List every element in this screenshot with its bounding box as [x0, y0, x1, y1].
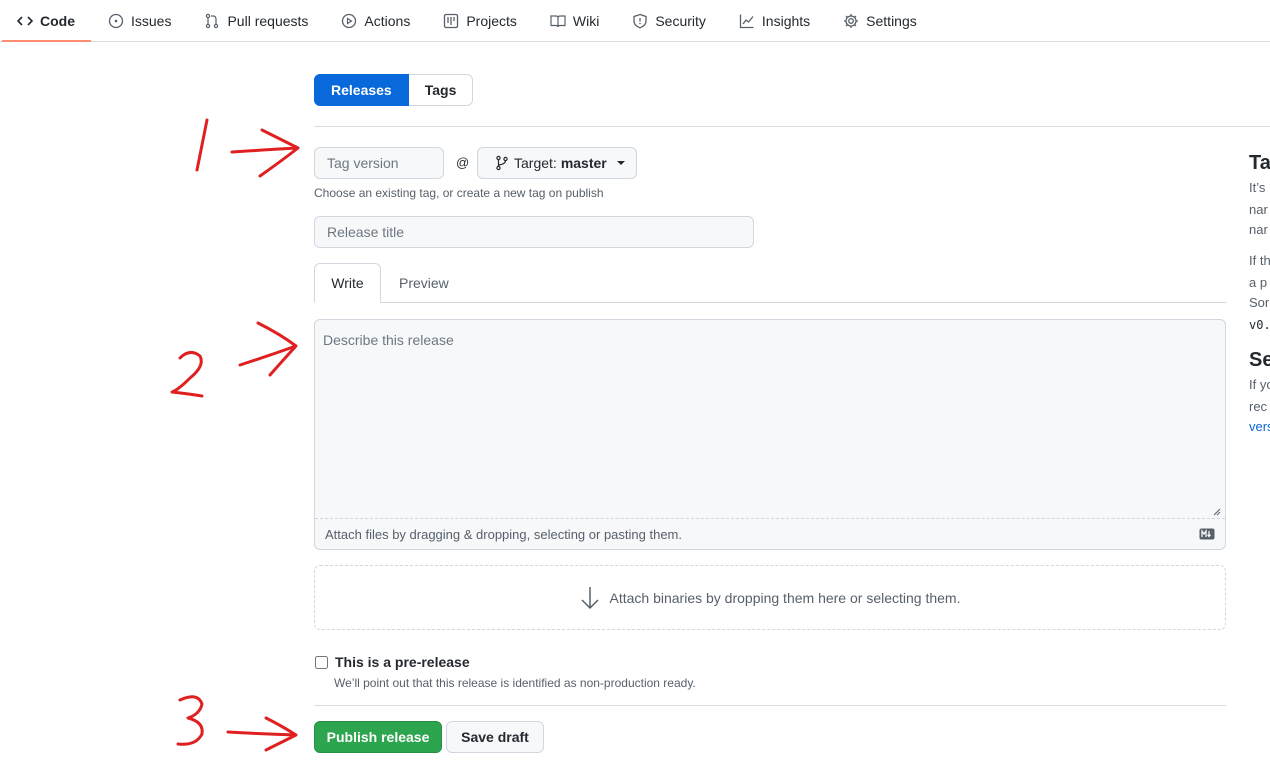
issue-icon	[108, 13, 124, 29]
tab-code-label: Code	[40, 12, 75, 29]
tab-projects-label: Projects	[466, 12, 517, 29]
releases-tags-subnav: Releases Tags	[314, 74, 474, 106]
branch-icon	[496, 155, 508, 171]
project-icon	[443, 13, 459, 29]
annotation-number-1	[195, 118, 209, 172]
graph-icon	[739, 13, 755, 29]
gear-icon	[843, 13, 859, 29]
tab-wiki[interactable]: Wiki	[533, 0, 615, 41]
tab-actions[interactable]: Actions	[324, 0, 426, 41]
tab-settings-label: Settings	[866, 12, 917, 29]
sidebar-text: Sor	[1249, 295, 1270, 310]
publish-release-button[interactable]: Publish release	[314, 721, 442, 753]
at-sign: @	[456, 155, 470, 170]
release-body-editor: Attach files by dragging & dropping, sel…	[314, 319, 1226, 550]
release-title-input[interactable]	[314, 216, 754, 248]
code-icon	[17, 13, 33, 29]
releases-tab[interactable]: Releases	[314, 74, 409, 106]
tab-security[interactable]: Security	[615, 0, 722, 41]
repo-nav: Code Issues Pull requests Actions Projec…	[0, 0, 1270, 42]
tab-settings[interactable]: Settings	[826, 0, 933, 41]
tab-actions-label: Actions	[364, 12, 411, 29]
sidebar-heading-semantic: Se	[1249, 349, 1270, 371]
sidebar-text: nar	[1249, 202, 1268, 217]
pull-request-icon	[204, 13, 220, 29]
target-branch-name: master	[560, 155, 607, 171]
tab-code[interactable]: Code	[0, 0, 91, 42]
tag-version-input[interactable]	[314, 147, 444, 179]
annotation-arrow-2	[238, 321, 298, 377]
sidebar-text: If yo	[1249, 377, 1270, 392]
sidebar-text: a p	[1249, 275, 1268, 290]
arrow-down-icon	[580, 586, 599, 609]
prerelease-note: We’ll point out that this release is ide…	[334, 676, 696, 690]
book-icon	[550, 13, 566, 29]
sidebar-heading-tagging: Ta	[1249, 152, 1270, 174]
target-branch-button[interactable]: Target: master	[477, 147, 637, 179]
release-description-textarea[interactable]	[315, 320, 1225, 518]
play-icon	[341, 13, 357, 29]
sidebar-link[interactable]: vers	[1249, 419, 1270, 434]
tab-issues-label: Issues	[131, 12, 172, 29]
sidebar-code: v0.	[1249, 318, 1270, 332]
target-label: Target:	[514, 155, 557, 171]
prerelease-checkbox[interactable]	[315, 655, 328, 669]
attach-binaries-dropzone[interactable]: Attach binaries by dropping them here or…	[314, 565, 1226, 630]
sidebar-text: rec	[1249, 399, 1268, 414]
tab-preview[interactable]: Preview	[383, 263, 465, 303]
caret-down-icon	[616, 161, 625, 165]
tab-insights[interactable]: Insights	[722, 0, 826, 41]
shield-icon	[632, 13, 648, 29]
prerelease-label: This is a pre-release	[335, 654, 470, 670]
prerelease-option[interactable]: This is a pre-release	[314, 654, 470, 670]
tab-pull-requests-label: Pull requests	[227, 12, 309, 29]
sidebar-text: nar	[1249, 222, 1268, 237]
tab-wiki-label: Wiki	[572, 12, 600, 29]
attach-files-bar[interactable]: Attach files by dragging & dropping, sel…	[315, 518, 1225, 549]
tab-pull-requests[interactable]: Pull requests	[187, 0, 324, 41]
tab-write[interactable]: Write	[314, 263, 381, 303]
annotation-number-2	[170, 351, 204, 398]
sidebar-text: If th	[1249, 253, 1270, 268]
attach-files-text: Attach files by dragging & dropping, sel…	[325, 526, 682, 542]
markdown-icon[interactable]	[1199, 528, 1215, 540]
tab-issues[interactable]: Issues	[91, 0, 187, 41]
tab-projects[interactable]: Projects	[426, 0, 533, 41]
tab-insights-label: Insights	[761, 12, 811, 29]
divider	[314, 126, 1270, 127]
annotation-arrow-3	[226, 716, 298, 752]
annotation-number-3	[176, 695, 204, 746]
divider	[314, 705, 1226, 706]
tag-hint: Choose an existing tag, or create a new …	[314, 186, 604, 200]
resize-handle-icon[interactable]	[1213, 508, 1221, 516]
attach-binaries-text: Attach binaries by dropping them here or…	[609, 589, 961, 606]
tab-security-label: Security	[655, 12, 706, 29]
sidebar-text: It’s	[1249, 180, 1266, 195]
tags-tab[interactable]: Tags	[408, 74, 474, 106]
save-draft-button[interactable]: Save draft	[446, 721, 544, 753]
annotation-arrow-1	[230, 128, 300, 178]
